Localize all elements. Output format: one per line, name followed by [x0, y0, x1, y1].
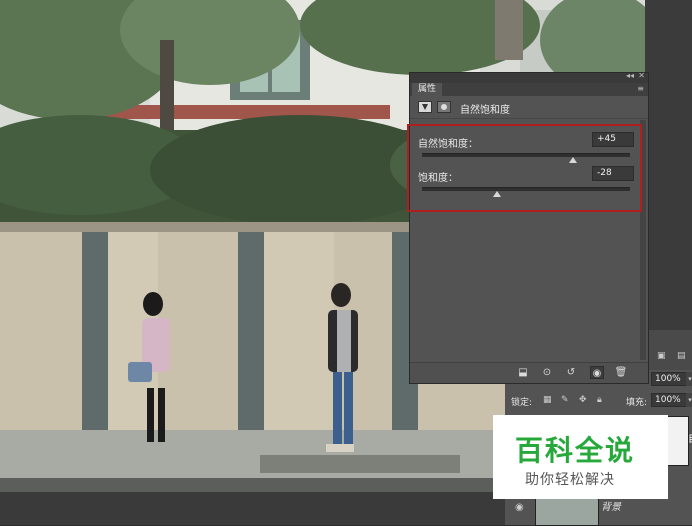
background-layer-thumbnail[interactable]	[535, 498, 599, 526]
layers-panel-header: ▣ ▤	[649, 330, 692, 370]
opacity-dropdown-icon[interactable]: ▾	[686, 372, 692, 386]
lock-transparent-icon[interactable]: ▦	[543, 396, 552, 405]
layer-mask-icon[interactable]	[437, 101, 451, 113]
vibrance-adjustment-icon[interactable]	[418, 101, 432, 113]
watermark-title: 百科全说	[515, 434, 636, 467]
panel-footer: ⬓ ⊙ ↺ ◉ 🗑︎	[410, 362, 648, 383]
panel-tabs: 属性 ≡	[410, 83, 648, 96]
reset-icon[interactable]: ↺	[564, 366, 578, 379]
collapse-icon[interactable]: ◂◂	[626, 71, 634, 80]
close-icon[interactable]: ✕	[638, 71, 645, 80]
clip-icon[interactable]: ⬓	[516, 366, 530, 379]
background-visibility-icon[interactable]: ◉	[515, 502, 524, 513]
adjustment-layer-name[interactable]: 自	[688, 430, 692, 445]
tab-properties[interactable]: 属性	[412, 83, 443, 96]
fill-field[interactable]: 100%	[651, 393, 687, 407]
lock-brush-icon[interactable]: ✎	[561, 396, 570, 405]
fill-label: 填充:	[626, 398, 648, 408]
adjustment-title: 自然饱和度	[460, 105, 510, 116]
watermark-logo: 百科全说 助你轻松解决	[493, 415, 668, 499]
background-layer-name[interactable]: 背景	[601, 498, 621, 513]
delete-layer-icon[interactable]: ▤	[677, 352, 686, 361]
trash-icon[interactable]: 🗑︎	[614, 366, 628, 379]
panel-titlebar[interactable]: ◂◂ ✕	[410, 71, 648, 83]
lock-all-icon[interactable]: 🔒︎	[597, 396, 606, 405]
fill-dropdown-icon[interactable]: ▾	[686, 393, 692, 407]
visibility-link-icon[interactable]: ⊙	[540, 366, 554, 379]
panel-menu-icon[interactable]: ≡	[637, 84, 644, 93]
new-layer-icon[interactable]: ▣	[657, 352, 666, 361]
lock-label: 锁定:	[511, 398, 533, 408]
opacity-field[interactable]: 100%	[651, 372, 687, 386]
lock-move-icon[interactable]: ✥	[579, 396, 588, 405]
eye-icon[interactable]: ◉	[590, 366, 604, 379]
adjustment-header: 自然饱和度	[410, 96, 648, 119]
watermark-subtitle: 助你轻松解决	[525, 472, 615, 488]
highlight-box	[407, 124, 642, 212]
properties-panel: ◂◂ ✕ 属性 ≡ 自然饱和度 自然饱和度： +45 饱和度： -28 ⬓ ⊙ …	[409, 71, 649, 384]
